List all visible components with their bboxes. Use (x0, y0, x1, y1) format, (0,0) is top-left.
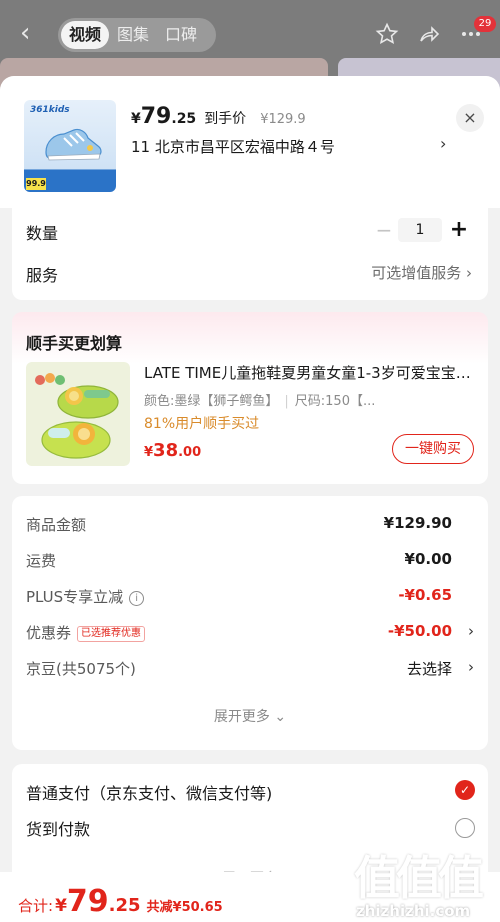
service-selector[interactable]: 可选增值服务 › (371, 262, 472, 283)
share-icon[interactable] (416, 22, 442, 48)
tab-gallery[interactable]: 图集 (109, 21, 157, 49)
bundle-product-spec: 颜色:墨绿【狮子鳄鱼】 | 尺码:150【... (144, 390, 474, 409)
total-label: 合计: (18, 897, 54, 915)
service-label: 服务 (26, 266, 59, 285)
bundle-title: 顺手买更划算 (26, 334, 123, 353)
chevron-right-icon: › (468, 622, 474, 640)
coupon-text: 优惠券 (26, 624, 72, 642)
total-saved: 共减¥50.65 (146, 900, 223, 915)
bundle-price-decimal: .00 (178, 445, 202, 460)
jingdou-label: 京豆(共5075个) (26, 660, 136, 678)
spec-color: 颜色:墨绿【狮子鳄鱼】 (144, 394, 279, 409)
plus-discount-value: -¥0.65 (398, 586, 452, 604)
payment-option-online[interactable]: 普通支付（京东支付、微信支付等) (26, 780, 272, 804)
bundle-card: 顺手买更划算 LATE TIME儿童拖鞋夏男童女童1-3岁可爱宝宝家用防滑 颜色… (12, 312, 488, 484)
info-icon[interactable]: i (129, 591, 145, 606)
subtotal-label: 商品金额 (26, 516, 87, 534)
price-row: ¥ 79 .25 到手价 ¥129.9 (131, 104, 306, 129)
plus-discount-label: PLUS专享立减 i (26, 586, 145, 607)
close-button[interactable]: × (456, 104, 484, 132)
shipping-label: 运费 (26, 552, 57, 570)
purchase-sheet: 361kids 99.9 ¥ 79 .25 到手价 ¥129.9 11 北京市昌… (0, 76, 500, 922)
fee-row-shipping: 运费 ¥0.00 (26, 550, 474, 574)
quantity-increase-button[interactable]: + (448, 218, 470, 242)
site-watermark: 值值值 zhizhizhi.com (348, 842, 500, 922)
tab-video[interactable]: 视频 (61, 21, 110, 49)
chevron-right-icon: › (468, 658, 474, 676)
media-tabs: 视频 图集 口碑 (58, 18, 216, 52)
price-tag-badge: 99.9 (26, 178, 46, 190)
slipper-image (35, 373, 119, 459)
bundle-currency: ¥ (144, 445, 154, 460)
quantity-label: 数量 (26, 224, 59, 243)
fee-row-coupon[interactable]: 优惠券 已选推荐优惠 -¥50.00 › (26, 622, 474, 646)
notification-badge: 29 (474, 16, 496, 32)
payment-option-cod[interactable]: 货到付款 (26, 816, 90, 840)
spec-divider: | (284, 394, 289, 409)
product-thumbnail: 361kids 99.9 (24, 100, 116, 192)
bundle-product-image[interactable] (26, 362, 130, 466)
bundle-product-title[interactable]: LATE TIME儿童拖鞋夏男童女童1-3岁可爱宝宝家用防滑 (144, 362, 474, 383)
quantity-decrease-button[interactable]: − (374, 218, 394, 242)
spec-size: 尺码:150【... (294, 394, 376, 409)
total-decimal: .25 (108, 895, 141, 916)
fee-row-subtotal: 商品金额 ¥129.90 (26, 514, 474, 538)
subtotal-value: ¥129.90 (383, 514, 452, 532)
fee-row-jingdou[interactable]: 京豆(共5075个) 去选择 › (26, 658, 474, 682)
bundle-price-integer: 38 (153, 440, 179, 461)
fee-summary-card: 商品金额 ¥129.90 运费 ¥0.00 PLUS专享立减 i -¥0.65 优… (12, 496, 488, 750)
options-card: 数量 − 1 + 服务 可选增值服务 › (12, 206, 488, 300)
product-summary: 361kids 99.9 ¥ 79 .25 到手价 ¥129.9 11 北京市昌… (0, 76, 500, 208)
brand-logo: 361kids (30, 105, 70, 115)
order-total: 合计: ¥ 79 .25 共减¥50.65 (18, 884, 223, 919)
coupon-label: 优惠券 已选推荐优惠 (26, 622, 146, 643)
original-price: ¥129.9 (260, 112, 306, 127)
radio-unselected-icon[interactable] (455, 818, 475, 838)
radio-selected-icon[interactable]: ✓ (455, 780, 475, 800)
fee-row-plus-discount: PLUS专享立减 i -¥0.65 (26, 586, 474, 610)
watermark-logo: 值值值 (354, 851, 484, 905)
bought-percentage: 81%用户顺手买过 (144, 416, 260, 432)
expand-more-button[interactable]: 展开更多 ⌄ (12, 706, 488, 726)
total-integer: 79 (66, 884, 109, 919)
plus-discount-text: PLUS专享立减 (26, 588, 124, 606)
chevron-right-icon[interactable]: › (440, 134, 446, 153)
shoe-image (45, 128, 102, 161)
bundle-price: ¥ 38 .00 (144, 440, 201, 461)
price-label: 到手价 (204, 111, 247, 127)
tab-reviews[interactable]: 口碑 (157, 21, 205, 49)
currency-symbol: ¥ (131, 111, 141, 127)
shipping-value: ¥0.00 (404, 550, 452, 568)
coupon-recommended-badge: 已选推荐优惠 (77, 626, 146, 642)
quantity-input[interactable]: 1 (398, 218, 442, 242)
price-decimal: .25 (171, 111, 197, 127)
back-icon[interactable]: ‹ (20, 18, 40, 48)
one-click-buy-button[interactable]: 一键购买 (392, 434, 474, 464)
coupon-value: -¥50.00 (387, 622, 452, 640)
star-icon[interactable] (374, 22, 400, 48)
total-currency: ¥ (55, 896, 67, 916)
delivery-address[interactable]: 11 北京市昌平区宏福中路４号 (131, 136, 335, 157)
watermark-url: zhizhizhi.com (356, 902, 471, 920)
price-integer: 79 (140, 104, 172, 129)
jingdou-value: 去选择 (406, 660, 452, 678)
